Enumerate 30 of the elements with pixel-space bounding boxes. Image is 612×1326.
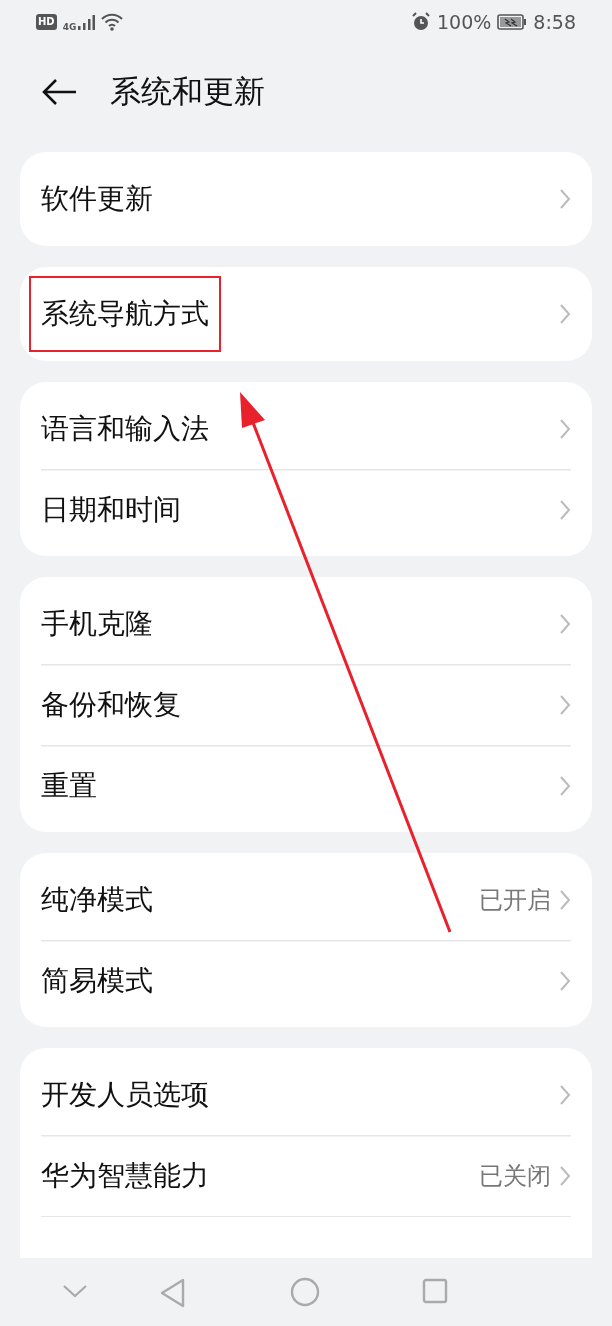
chevron-right-icon <box>559 774 571 797</box>
home-button[interactable] <box>290 1277 320 1307</box>
chevron-right-icon <box>559 417 571 440</box>
battery-percent: 100% <box>437 11 492 33</box>
hd-badge: HD <box>36 14 57 30</box>
chevron-right-icon <box>559 693 571 716</box>
status-value: 已开启 <box>479 884 551 916</box>
chevron-right-icon <box>559 1164 571 1187</box>
chevron-right-icon <box>559 303 571 325</box>
page-title: 系统和更新 <box>110 72 265 111</box>
settings-item[interactable]: 手机克隆 <box>29 583 583 664</box>
signal-icon <box>77 14 96 30</box>
chevron-right-icon <box>559 888 571 911</box>
back-button[interactable] <box>42 78 78 106</box>
settings-item[interactable]: 开发人员选项 <box>29 1054 583 1135</box>
wifi-icon <box>101 13 124 31</box>
clock-time: 8:58 <box>533 11 576 33</box>
chevron-right-icon <box>559 1083 571 1106</box>
collapse-button[interactable] <box>62 1284 88 1298</box>
battery-charging-icon <box>497 14 528 30</box>
chevron-right-icon <box>559 612 571 635</box>
recent-apps-button[interactable] <box>422 1278 448 1304</box>
chevron-right-icon <box>559 969 571 992</box>
chevron-right-icon <box>559 188 571 210</box>
status-value: 已关闭 <box>479 1160 551 1192</box>
settings-item[interactable]: 纯净模式 已开启 <box>29 859 583 940</box>
settings-item[interactable]: 语言和输入法 <box>29 388 583 469</box>
network-label: 4G <box>62 21 77 32</box>
chevron-right-icon <box>559 498 571 521</box>
alarm-icon <box>411 12 431 32</box>
